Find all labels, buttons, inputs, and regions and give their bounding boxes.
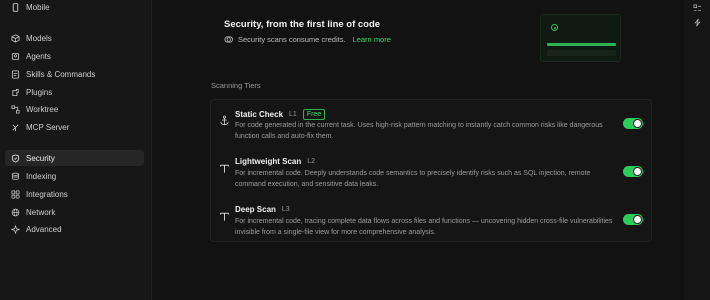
coins-icon	[224, 35, 233, 44]
free-badge: Free	[302, 109, 326, 120]
tier-description: For incremental code, tracing complete d…	[235, 218, 613, 236]
scan-icon	[219, 211, 230, 222]
server-icon	[11, 123, 20, 132]
tier-description: For incremental code. Deeply understands…	[235, 170, 591, 188]
globe-icon	[11, 208, 20, 217]
tier-level: L3	[281, 206, 290, 213]
credits-notice: Security scans consume credits. Learn mo…	[224, 35, 391, 44]
tier-name: Deep Scan L3	[235, 205, 290, 214]
sidebar-item-label: Network	[26, 207, 56, 217]
sidebar: Mobile Models Agents Skills & Commands P…	[0, 0, 152, 300]
worktree-icon	[11, 105, 20, 114]
layout-icon[interactable]	[693, 4, 702, 13]
sidebar-item-label: MCP Server	[26, 122, 70, 132]
tier-name: Lightweight Scan L2	[235, 157, 315, 166]
status-dot-icon	[551, 24, 558, 31]
anchor-icon	[219, 115, 230, 126]
integrations-icon	[11, 190, 20, 199]
database-icon	[11, 172, 20, 181]
static-check-toggle[interactable]	[623, 118, 643, 129]
section-title: Scanning Tiers	[211, 81, 261, 90]
advanced-icon	[11, 224, 20, 234]
scanning-tiers-card: Static Check L1 Free For code generated …	[210, 99, 652, 242]
sidebar-item-models[interactable]: Models	[5, 30, 144, 46]
lightning-icon[interactable]	[693, 18, 702, 27]
sidebar-item-label: Advanced	[26, 224, 62, 234]
tier-title: Deep Scan	[235, 205, 276, 214]
tier-name: Static Check L1 Free	[235, 109, 326, 120]
shield-icon	[11, 153, 20, 163]
learn-more-link[interactable]: Learn more	[353, 35, 391, 44]
scan-icon	[219, 163, 230, 174]
sidebar-item-integrations[interactable]: Integrations	[5, 186, 144, 202]
credits-text: Security scans consume credits.	[238, 35, 346, 44]
tier-level: L1	[289, 111, 297, 118]
agent-icon	[11, 52, 20, 61]
sidebar-item-label: Indexing	[26, 171, 57, 181]
cube-icon	[11, 33, 20, 43]
sidebar-item-network[interactable]: Network	[5, 204, 144, 220]
illustration-bar	[547, 50, 616, 56]
tier-title: Lightweight Scan	[235, 157, 302, 166]
tier-level: L2	[307, 158, 316, 165]
security-illustration	[540, 14, 621, 62]
skills-icon	[11, 69, 20, 79]
sidebar-item-label: Plugins	[26, 87, 53, 97]
tier-static-check: Static Check L1 Free For code generated …	[211, 109, 651, 147]
sidebar-item-skills[interactable]: Skills & Commands	[5, 66, 144, 82]
sidebar-item-worktree[interactable]: Worktree	[5, 101, 144, 117]
sidebar-item-mobile[interactable]: Mobile	[5, 0, 144, 15]
sidebar-item-label: Integrations	[26, 189, 68, 199]
plugin-icon	[11, 88, 20, 97]
sidebar-item-label: Worktree	[26, 104, 59, 114]
sidebar-item-label: Models	[26, 33, 52, 43]
mobile-icon	[11, 2, 20, 12]
main-panel: Security, from the first line of code Se…	[152, 0, 684, 300]
sidebar-item-label: Skills & Commands	[26, 69, 96, 79]
sidebar-item-label: Agents	[26, 51, 51, 61]
sidebar-item-agents[interactable]: Agents	[5, 48, 144, 64]
sidebar-item-indexing[interactable]: Indexing	[5, 168, 144, 184]
right-toolbar	[684, 0, 710, 300]
sidebar-item-label: Security	[26, 153, 55, 163]
lightweight-scan-toggle[interactable]	[623, 166, 643, 177]
sidebar-item-plugins[interactable]: Plugins	[5, 84, 144, 100]
tier-lightweight-scan: Lightweight Scan L2 For incremental code…	[211, 157, 651, 195]
tier-title: Static Check	[235, 110, 284, 119]
deep-scan-toggle[interactable]	[623, 214, 643, 225]
sidebar-item-label: Mobile	[26, 2, 50, 12]
tier-description: For code generated in the current task. …	[235, 122, 603, 140]
illustration-bar	[547, 43, 616, 46]
sidebar-item-advanced[interactable]: Advanced	[5, 221, 144, 237]
tier-deep-scan: Deep Scan L3 For incremental code, traci…	[211, 205, 651, 243]
sidebar-item-security[interactable]: Security	[5, 150, 144, 166]
page-title: Security, from the first line of code	[224, 19, 381, 30]
sidebar-item-mcp-server[interactable]: MCP Server	[5, 119, 144, 135]
